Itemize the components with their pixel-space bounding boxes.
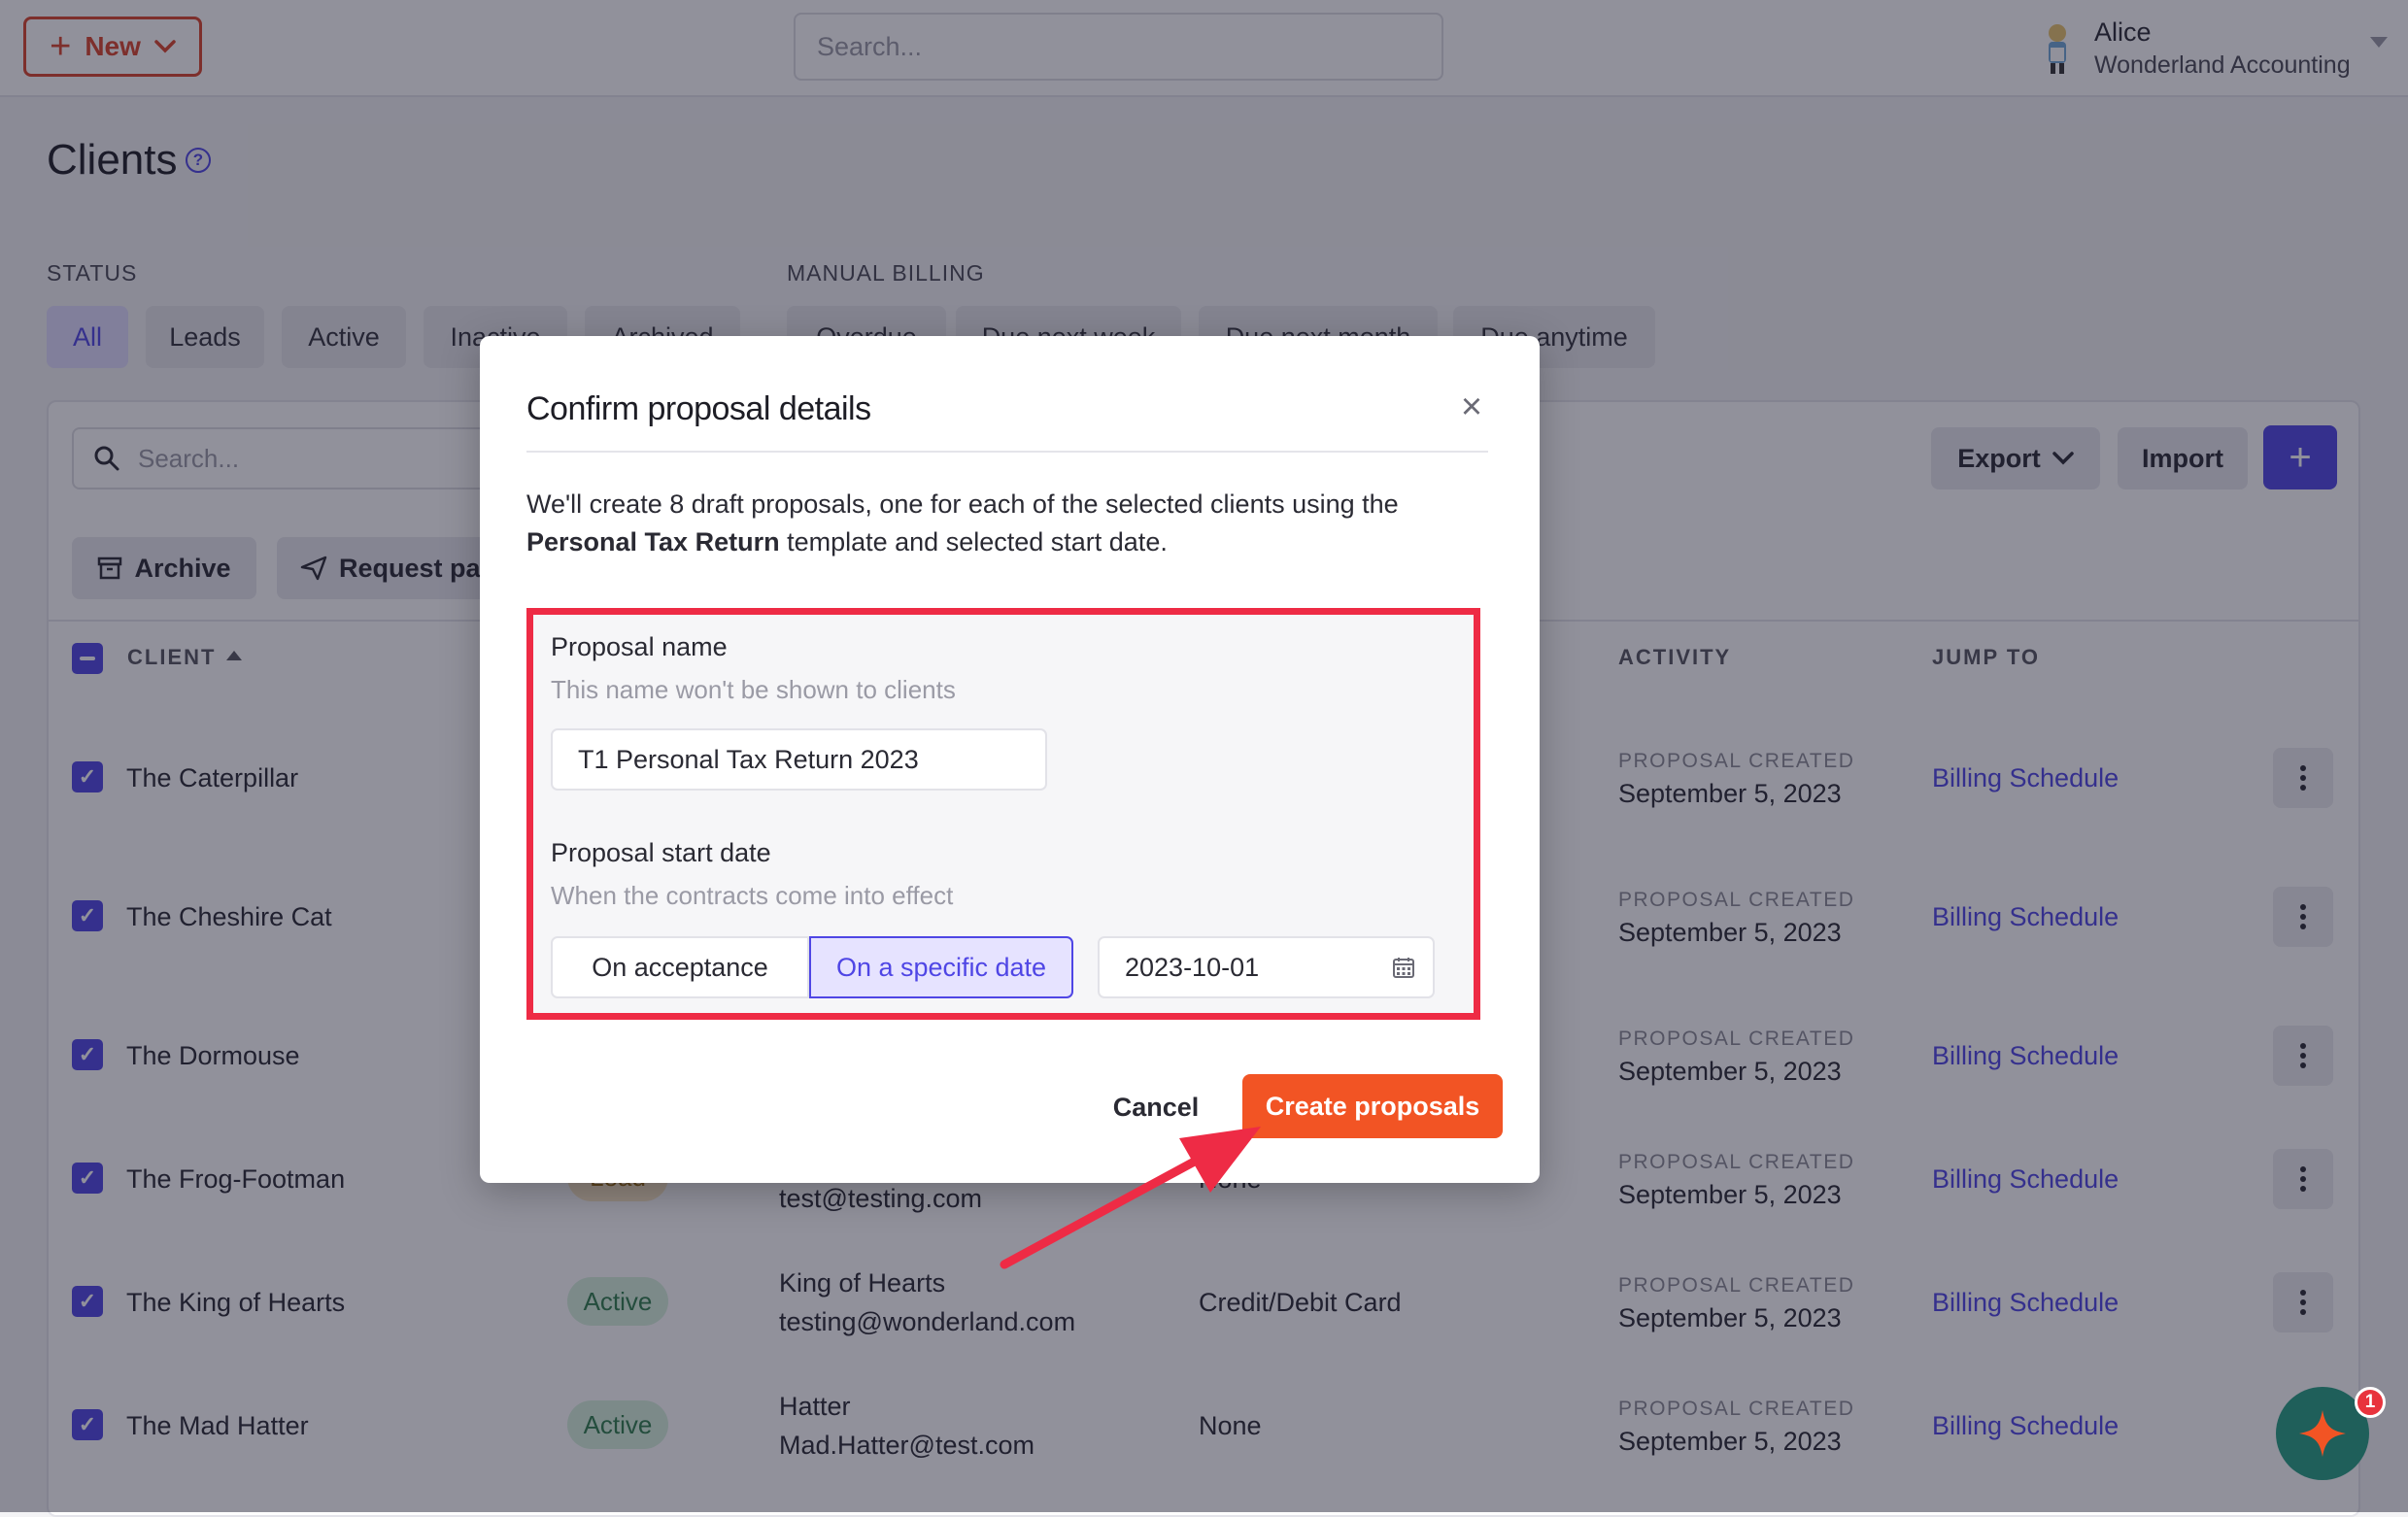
highlighted-form-section: Proposal name This name won't be shown t… xyxy=(526,608,1480,1020)
calendar-icon[interactable] xyxy=(1392,956,1415,979)
dialog-title: Confirm proposal details xyxy=(526,390,871,427)
proposal-name-help: This name won't be shown to clients xyxy=(551,675,956,704)
start-date-value: 2023-10-01 xyxy=(1125,952,1260,982)
cancel-button[interactable]: Cancel xyxy=(1084,1076,1228,1138)
start-date-help: When the contracts come into effect xyxy=(551,881,954,910)
notification-badge: 1 xyxy=(2355,1387,2386,1418)
confirm-proposal-dialog: Confirm proposal details × We'll create … xyxy=(480,336,1540,1183)
on-acceptance-option[interactable]: On acceptance xyxy=(551,936,809,998)
create-proposals-button[interactable]: Create proposals xyxy=(1242,1074,1503,1138)
start-date-input[interactable]: 2023-10-01 xyxy=(1098,936,1435,998)
dialog-divider xyxy=(526,451,1488,453)
close-icon[interactable]: × xyxy=(1455,388,1488,425)
template-name: Personal Tax Return xyxy=(526,527,780,556)
dialog-description: We'll create 8 draft proposals, one for … xyxy=(526,486,1488,561)
start-date-toggle: On acceptance On a specific date xyxy=(551,936,1073,998)
description-text-end: template and selected start date. xyxy=(787,527,1168,556)
sparkle-icon xyxy=(2299,1410,2346,1457)
on-specific-date-option[interactable]: On a specific date xyxy=(809,936,1073,998)
start-date-label: Proposal start date xyxy=(551,838,771,867)
proposal-name-input[interactable]: T1 Personal Tax Return 2023 xyxy=(551,728,1047,791)
proposal-name-label: Proposal name xyxy=(551,632,728,661)
description-text: We'll create 8 draft proposals, one for … xyxy=(526,489,1399,519)
